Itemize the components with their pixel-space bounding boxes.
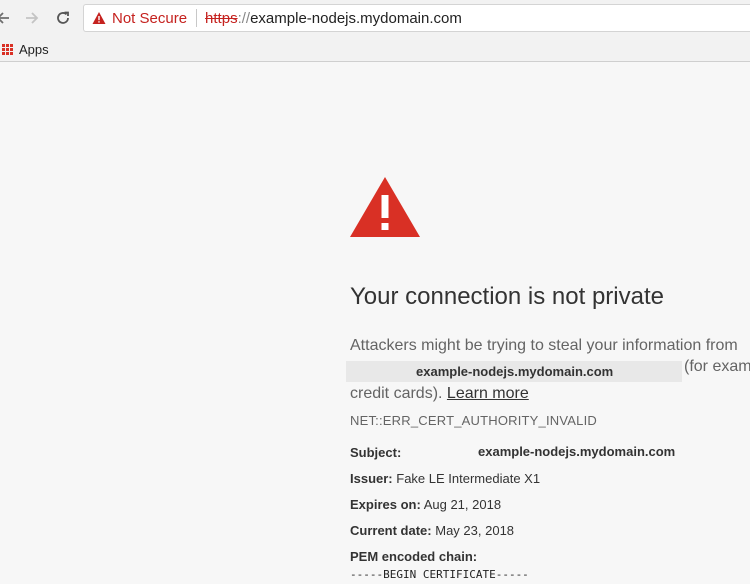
url-host: example-nodejs.mydomain.com [250,9,462,27]
issuer-value: Fake LE Intermediate X1 [396,471,541,486]
subject-row: Subject: [350,445,401,460]
omnibox-separator [196,9,198,27]
error-code: NET::ERR_CERT_AUTHORITY_INVALID [350,413,597,428]
apps-shortcut[interactable]: Apps [0,39,49,59]
not-secure-label[interactable]: Not Secure [112,10,187,27]
expires-value: Aug 21, 2018 [423,497,502,512]
for-example-text: (for examp [684,358,750,375]
subject-label: Subject: [350,445,402,460]
subject-value: example-nodejs.mydomain.com [478,444,676,459]
pem-row: PEM encoded chain: [350,549,477,564]
address-bar[interactable]: Not Secure https :// example-nodejs.mydo… [83,4,750,32]
page-title: Your connection is not private [350,283,664,310]
apps-label: Apps [19,41,49,57]
browser-toolbar: Not Secure https :// example-nodejs.mydo… [0,0,750,36]
pem-label: PEM encoded chain: [350,549,478,564]
not-secure-warning-icon[interactable] [92,11,106,25]
reload-icon[interactable] [52,7,74,29]
intro-paragraph: Attackers might be trying to steal your … [350,337,738,354]
current-date-row: Current date: May 23, 2018 [350,523,514,538]
forward-arrow-icon[interactable] [21,7,43,29]
alert-triangle-icon [349,175,421,239]
issuer-label: Issuer: [350,471,393,486]
apps-grid-icon [2,43,13,55]
credit-cards-text: credit cards). [350,385,443,402]
url-scheme: https [205,9,238,27]
expires-label: Expires on: [350,497,421,512]
url-separator: :// [237,9,251,27]
bookmarks-bar: Apps [0,36,750,62]
interstitial-page: Your connection is not private Attackers… [0,62,750,584]
issuer-row: Issuer: Fake LE Intermediate X1 [350,471,540,486]
credit-cards-line: credit cards). Learn more [350,385,529,403]
back-arrow-icon[interactable] [0,7,14,29]
highlighted-hostname: example-nodejs.mydomain.com [346,361,682,382]
pem-first-line: -----BEGIN CERTIFICATE----- [350,568,529,581]
expires-row: Expires on: Aug 21, 2018 [350,497,501,512]
learn-more-link[interactable]: Learn more [447,385,529,402]
current-date-label: Current date: [350,523,432,538]
current-date-value: May 23, 2018 [435,523,515,538]
